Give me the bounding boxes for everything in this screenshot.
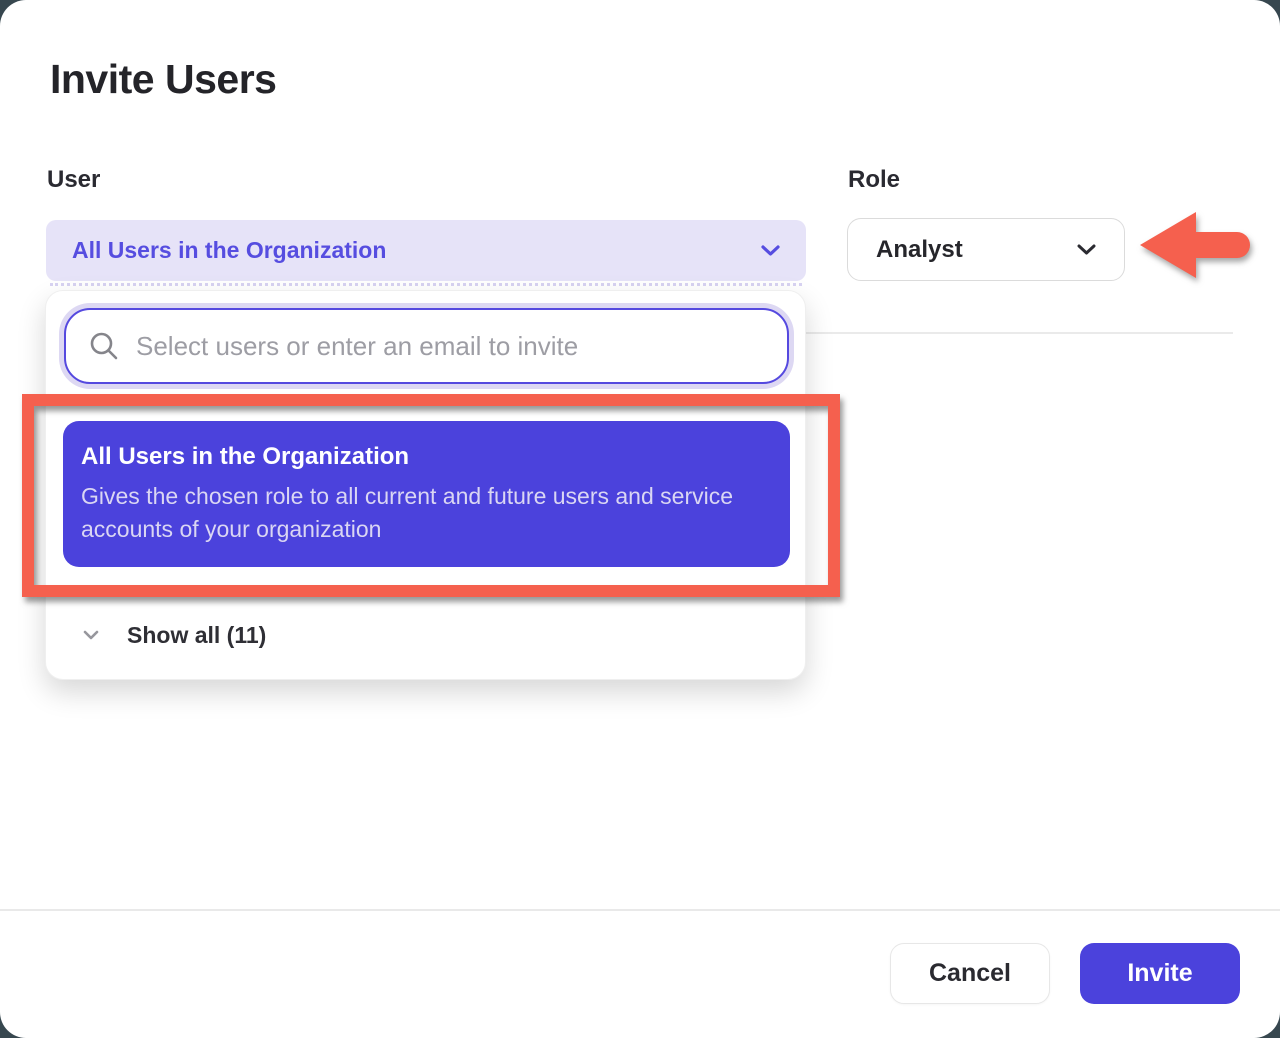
annotation-arrow-left-icon <box>1138 208 1252 282</box>
option-title: All Users in the Organization <box>81 443 760 471</box>
page-title: Invite Users <box>50 56 276 103</box>
user-select-dotted-edge <box>50 283 802 286</box>
chevron-down-icon <box>1077 244 1096 256</box>
footer-divider <box>0 909 1280 911</box>
user-select[interactable]: All Users in the Organization <box>46 220 806 281</box>
user-select-value: All Users in the Organization <box>72 237 761 264</box>
invite-users-dialog: Invite Users User Role All Users in the … <box>0 0 1280 1038</box>
user-search-box[interactable] <box>64 308 789 384</box>
role-select[interactable]: Analyst <box>847 218 1125 281</box>
user-search-input[interactable] <box>136 331 767 362</box>
user-dropdown-panel: All Users in the Organization Gives the … <box>45 290 806 680</box>
search-icon <box>88 330 120 362</box>
chevron-down-icon <box>83 630 99 640</box>
show-all-label: Show all (11) <box>127 622 266 649</box>
role-select-value: Analyst <box>876 236 1077 264</box>
role-field-label: Role <box>848 166 900 194</box>
show-all-toggle[interactable]: Show all (11) <box>46 609 805 661</box>
invite-button[interactable]: Invite <box>1080 943 1240 1004</box>
cancel-button[interactable]: Cancel <box>890 943 1050 1004</box>
option-description: Gives the chosen role to all current and… <box>81 480 760 546</box>
option-all-users[interactable]: All Users in the Organization Gives the … <box>63 421 790 567</box>
user-field-label: User <box>47 166 100 194</box>
chevron-down-icon <box>761 245 780 257</box>
